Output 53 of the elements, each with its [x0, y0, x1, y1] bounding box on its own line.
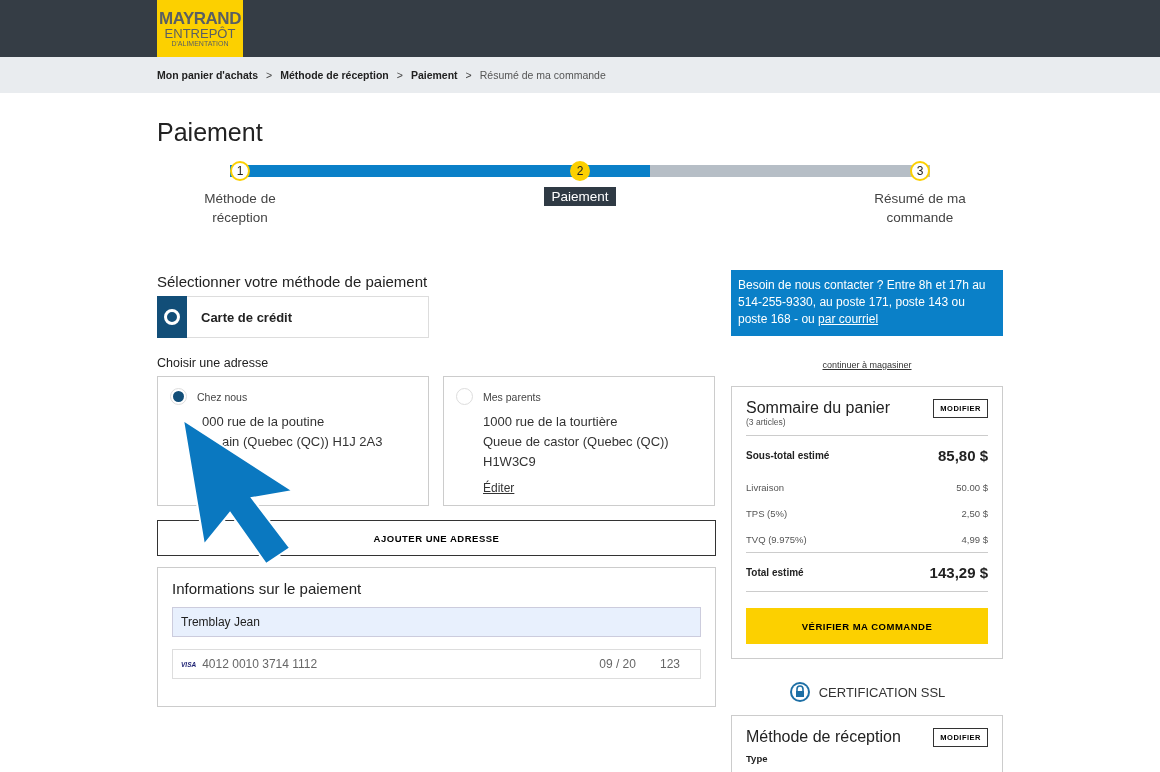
summary-label: TPS (5%) — [746, 507, 788, 519]
address-line: H1W3C9 — [483, 453, 537, 471]
name-field[interactable]: Tremblay Jean — [172, 607, 701, 637]
address-name: Mes parents — [483, 390, 541, 403]
address-line: Queue de castor (Quebec (QC)) — [483, 433, 670, 451]
summary-amount: 85,80 $ — [937, 446, 988, 464]
card-expiry: 09 / 20 — [599, 657, 636, 671]
address-line: 000 rue de la poutine — [201, 413, 326, 431]
page-title: Paiement — [157, 118, 264, 147]
verify-order-button[interactable]: VÉRIFIER MA COMMANDE — [746, 608, 988, 644]
card-title: Sommaire du panier — [746, 399, 891, 417]
address-card[interactable]: Mes parents 1000 rue de la tourtière Queue de castor (Quebec (QC)) H1W3C9 Éditer — [443, 376, 715, 506]
summary-label: Livraison — [746, 481, 785, 493]
address-line: ain (Quebec (QC)) H1J 2A3 — [221, 433, 384, 451]
chevron-separator: > — [396, 69, 403, 81]
summary-amount: 2,50 $ — [961, 507, 988, 519]
breadcrumb-item[interactable]: Mon panier d'achats — [157, 69, 259, 81]
edit-link[interactable]: Éditer — [483, 481, 515, 495]
card-cvc: 123 — [659, 657, 680, 671]
step-number: 2 — [570, 161, 590, 181]
summary-label: TVQ (9.975%) — [746, 533, 807, 545]
email-link[interactable]: par courriel — [818, 312, 879, 326]
summary-label: Sous-total estimé — [746, 449, 830, 461]
ssl-label: CERTIFICATION SSL — [818, 684, 946, 700]
panel-heading: Informations sur le paiement — [172, 580, 363, 597]
address-name: Chez nous — [197, 390, 248, 403]
payment-option[interactable]: Carte de crédit — [157, 296, 429, 338]
summary-amount: 143,29 $ — [929, 563, 988, 581]
breadcrumb-item[interactable]: Méthode de réception — [280, 69, 389, 81]
card-title: Méthode de réception — [746, 728, 901, 746]
field-label: Type — [746, 753, 769, 764]
step-number: 3 — [910, 161, 930, 181]
step-label: Méthode de réception — [203, 190, 277, 227]
summary-amount: 50.00 $ — [956, 481, 988, 493]
card-number: 4012 0010 3714 1112 — [202, 657, 319, 671]
breadcrumb-item[interactable]: Résumé de ma commande — [479, 69, 606, 81]
add-address-button[interactable]: AJOUTER UNE ADRESSE — [157, 520, 716, 556]
continue-shopping-link[interactable]: continuer à magasiner — [822, 360, 912, 370]
step-label: Paiement — [544, 187, 616, 206]
summary-label: Total estimé — [746, 566, 804, 578]
address-line: 1000 rue de la tourtière — [483, 413, 619, 431]
item-count: (3 articles) — [746, 417, 787, 427]
step-label: Résumé de ma commande — [873, 190, 967, 227]
step-number: 1 — [230, 161, 250, 181]
contact-notice: Besoin de nous contacter ? Entre 8h et 17h au 514-255-9330, au poste 171, poste 143 ou poste 168 - ou par courriel — [731, 270, 1003, 336]
section-heading: Sélectionner votre méthode de paiement — [157, 273, 429, 290]
chevron-separator: > — [266, 69, 273, 81]
summary-amount: 4,99 $ — [961, 533, 988, 545]
section-label: Choisir une adresse — [157, 356, 270, 370]
radio-icon[interactable] — [157, 296, 187, 338]
chevron-separator: > — [465, 69, 472, 81]
breadcrumb-item[interactable]: Paiement — [410, 69, 458, 81]
lock-icon — [788, 681, 811, 703]
